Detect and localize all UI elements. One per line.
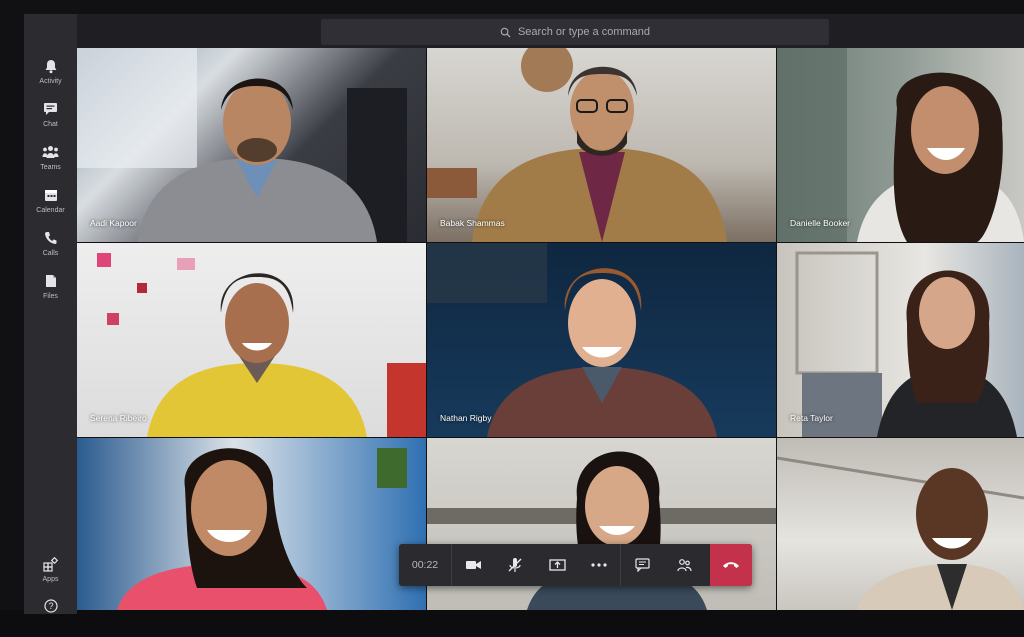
- hangup-icon: [723, 562, 739, 568]
- share-screen-button[interactable]: [536, 544, 578, 586]
- nav-calls[interactable]: Calls: [24, 229, 77, 269]
- participant-video: [427, 48, 727, 242]
- chat-icon: [44, 103, 57, 115]
- nav-calendar[interactable]: Calendar: [24, 186, 77, 226]
- nav-chat[interactable]: Chat: [24, 100, 77, 140]
- calendar-icon: [44, 190, 57, 201]
- video-camera-icon: [465, 561, 481, 569]
- teams-icon: [42, 146, 59, 158]
- chat-icon: [634, 558, 650, 572]
- search-icon: [500, 27, 511, 38]
- participant-name: Babak Shammas: [440, 218, 505, 228]
- participant-video: [795, 251, 1017, 437]
- chat-button[interactable]: [621, 544, 663, 586]
- nav-activity[interactable]: Activity: [24, 57, 77, 97]
- video-tile[interactable]: Serena Ribeiro: [77, 243, 426, 437]
- nav-calls-label: Calls: [42, 250, 59, 257]
- mic-off-icon: [508, 558, 522, 572]
- participant-video: [777, 48, 1024, 242]
- search-box[interactable]: Search or type a command: [321, 19, 829, 45]
- nav-activity-label: Activity: [39, 78, 62, 85]
- call-timer: 00:22: [399, 544, 452, 586]
- more-icon: [591, 563, 607, 567]
- more-options-button[interactable]: [578, 544, 620, 586]
- participants-button[interactable]: [663, 544, 705, 586]
- camera-button[interactable]: [452, 544, 494, 586]
- mute-button[interactable]: [494, 544, 536, 586]
- phone-icon: [44, 232, 57, 245]
- nav-apps-label: Apps: [42, 576, 59, 583]
- video-tile[interactable]: Babak Shammas: [427, 48, 776, 242]
- video-tile[interactable]: [77, 438, 426, 610]
- nav-chat-label: Chat: [43, 121, 58, 128]
- nav-files[interactable]: Files: [24, 272, 77, 312]
- video-tile[interactable]: Danielle Booker: [777, 48, 1024, 242]
- help-icon: ?: [43, 599, 58, 613]
- video-tile[interactable]: Aadi Kapoor: [77, 48, 426, 242]
- nav-teams-label: Teams: [40, 164, 61, 171]
- participant-name: Reta Taylor: [790, 413, 833, 423]
- call-controls: 00:22: [399, 544, 752, 586]
- share-screen-icon: [548, 559, 566, 571]
- hang-up-button[interactable]: [710, 544, 752, 586]
- participant-name: Nathan Rigby: [440, 413, 492, 423]
- video-tile[interactable]: Nathan Rigby: [427, 243, 776, 437]
- participant-name: Serena Ribeiro: [90, 413, 147, 423]
- video-tile[interactable]: [777, 438, 1024, 610]
- participant-name: Aadi Kapoor: [90, 218, 137, 228]
- participants-icon: [677, 559, 692, 572]
- video-grid: Aadi Kapoor Babak Shammas Danielle Booke…: [77, 48, 1024, 610]
- bell-icon: [45, 59, 56, 73]
- video-tile[interactable]: Reta Taylor: [777, 243, 1024, 437]
- file-icon: [45, 275, 56, 287]
- nav-files-label: Files: [43, 293, 58, 300]
- participant-name: Danielle Booker: [790, 218, 851, 228]
- nav-apps[interactable]: Apps: [24, 555, 77, 595]
- app-bar: Activity Chat Teams Calendar Calls Files…: [24, 14, 77, 614]
- participant-video: [117, 448, 407, 610]
- nav-help[interactable]: ?: [24, 597, 77, 637]
- participant-video: [777, 456, 1024, 610]
- participant-video: [427, 243, 717, 437]
- search-placeholder: Search or type a command: [517, 26, 651, 38]
- nav-teams[interactable]: Teams: [24, 143, 77, 183]
- participant-video: [77, 48, 407, 242]
- teams-window: Search or type a command Activity Chat T…: [0, 0, 1024, 614]
- participant-video: [97, 253, 426, 437]
- apps-icon: [43, 556, 58, 572]
- nav-calendar-label: Calendar: [36, 207, 65, 214]
